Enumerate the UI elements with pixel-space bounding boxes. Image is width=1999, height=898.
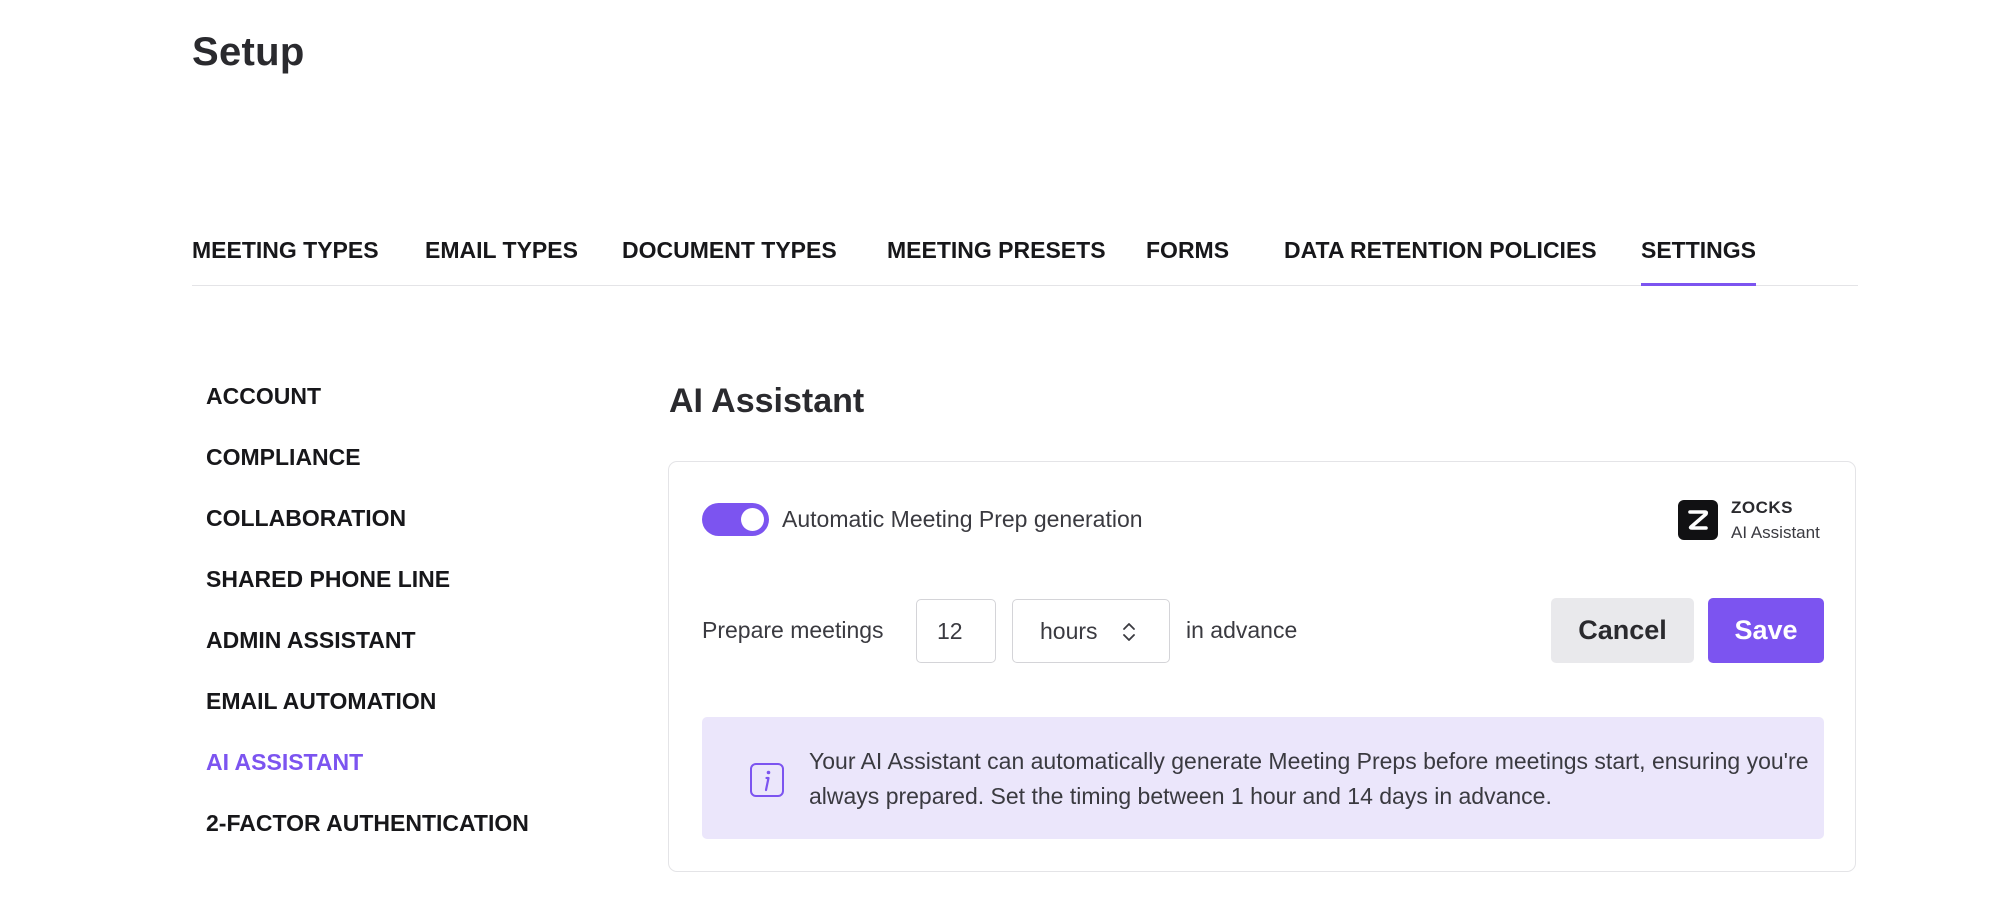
sidebar-item-account[interactable]: ACCOUNT xyxy=(206,383,321,410)
sidebar-item-compliance[interactable]: COMPLIANCE xyxy=(206,444,361,471)
sidebar-item-admin-assistant[interactable]: ADMIN ASSISTANT xyxy=(206,627,416,654)
sidebar-item-ai-assistant[interactable]: AI ASSISTANT xyxy=(206,749,363,776)
cancel-button[interactable]: Cancel xyxy=(1551,598,1694,663)
toggle-label: Automatic Meeting Prep generation xyxy=(782,506,1143,532)
prepare-meetings-label: Prepare meetings xyxy=(702,617,884,643)
advance-amount-input[interactable] xyxy=(916,599,996,663)
info-callout: Your AI Assistant can automatically gene… xyxy=(702,717,1824,839)
in-advance-label: in advance xyxy=(1186,617,1298,643)
meeting-prep-toggle[interactable] xyxy=(702,503,769,536)
brand-subtitle: AI Assistant xyxy=(1731,523,1820,542)
tab-data-retention-policies[interactable]: DATA RETENTION POLICIES xyxy=(1284,237,1597,264)
tab-email-types[interactable]: EMAIL TYPES xyxy=(425,237,578,264)
zocks-logo-icon xyxy=(1678,500,1718,540)
page-title: Setup xyxy=(192,30,305,74)
sidebar-item-collaboration[interactable]: COLLABORATION xyxy=(206,505,406,532)
brand-name: ZOCKS xyxy=(1731,498,1793,517)
tab-forms[interactable]: FORMS xyxy=(1146,237,1229,264)
chevron-up-down-icon xyxy=(1121,620,1137,649)
info-icon xyxy=(749,762,785,803)
tab-meeting-types[interactable]: MEETING TYPES xyxy=(192,237,379,264)
sidebar-item-2-factor-authentication[interactable]: 2-FACTOR AUTHENTICATION xyxy=(206,810,529,837)
tab-bar: MEETING TYPES EMAIL TYPES DOCUMENT TYPES… xyxy=(192,228,1858,286)
sidebar-item-shared-phone-line[interactable]: SHARED PHONE LINE xyxy=(206,566,450,593)
info-text: Your AI Assistant can automatically gene… xyxy=(809,748,1809,809)
section-title: AI Assistant xyxy=(669,382,865,420)
tab-settings[interactable]: SETTINGS xyxy=(1641,237,1757,286)
time-unit-select[interactable]: hours xyxy=(1012,599,1170,663)
tab-meeting-presets[interactable]: MEETING PRESETS xyxy=(887,237,1106,264)
save-button[interactable]: Save xyxy=(1708,598,1824,663)
sidebar-item-email-automation[interactable]: EMAIL AUTOMATION xyxy=(206,688,436,715)
time-unit-value: hours xyxy=(1040,618,1098,644)
tab-document-types[interactable]: DOCUMENT TYPES xyxy=(622,237,837,264)
toggle-knob xyxy=(741,508,764,531)
